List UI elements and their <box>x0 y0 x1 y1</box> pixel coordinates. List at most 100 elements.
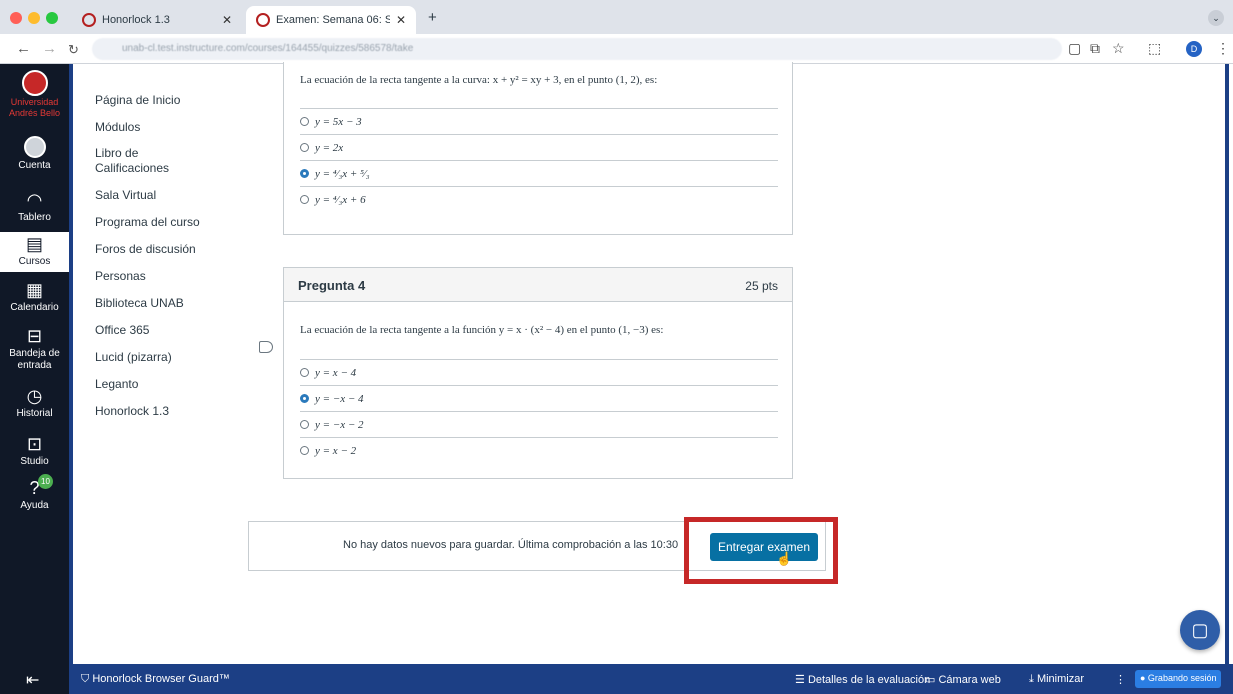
course-nav-programa[interactable]: Programa del curso <box>95 215 235 230</box>
global-nav-label: Historial <box>16 408 53 419</box>
radio-button[interactable] <box>300 420 309 429</box>
global-nav-tablero[interactable]: ◠ Tablero <box>0 190 69 223</box>
answer-option[interactable]: y = 2x <box>300 134 778 160</box>
history-icon: ◷ <box>26 386 43 406</box>
shield-icon: ⛉ <box>81 673 90 685</box>
answer-option[interactable]: y = x − 4 <box>300 359 778 385</box>
course-nav-sala-virtual[interactable]: Sala Virtual <box>95 188 215 203</box>
address-bar: ← → ↻ unab-cl.test.instructure.com/cours… <box>0 34 1233 64</box>
logo-line2: Andrés Bello <box>8 108 61 118</box>
global-nav-ayuda[interactable]: ? 10 Ayuda <box>0 474 69 511</box>
url-field[interactable]: unab-cl.test.instructure.com/courses/164… <box>92 38 1062 60</box>
global-nav-calendario[interactable]: ▦ Calendario <box>0 280 69 313</box>
global-nav-label: Calendario <box>10 302 59 313</box>
browser-tab-exam[interactable]: Examen: Semana 06: Sumati ✕ <box>246 6 416 34</box>
minimize-button[interactable]: ⤓ Minimizar <box>1029 673 1084 686</box>
maximize-window-button[interactable] <box>46 12 58 24</box>
radio-button-selected[interactable] <box>300 394 309 403</box>
logo-line1: Universidad <box>10 97 59 107</box>
browser-menu-icon[interactable]: ⋮ <box>1216 40 1230 57</box>
answer-text: y = x − 4 <box>315 366 357 379</box>
more-options-icon[interactable]: ⋮ <box>1115 673 1126 686</box>
close-window-button[interactable] <box>10 12 22 24</box>
minimize-window-button[interactable] <box>28 12 40 24</box>
cast-icon[interactable]: ⧉ <box>1090 40 1100 57</box>
question-3-text: La ecuación de la recta tangente a la cu… <box>300 74 658 86</box>
tab-search-icon[interactable]: ⌄ <box>1208 10 1224 26</box>
answer-option[interactable]: y = 5x − 3 <box>300 108 778 134</box>
webcam-button[interactable]: ▭ Cámara web <box>925 673 1001 686</box>
global-nav-label: Cuenta <box>18 160 51 171</box>
radio-button[interactable] <box>300 117 309 126</box>
honorlock-favicon-icon <box>82 13 96 27</box>
answer-text: y = −x − 4 <box>315 392 364 405</box>
browser-tab-honorlock[interactable]: Honorlock 1.3 ✕ <box>72 6 242 34</box>
global-nav-historial[interactable]: ◷ Historial <box>0 386 69 419</box>
answer-option[interactable]: y = x − 2 <box>300 437 778 463</box>
global-nav-cursos[interactable]: ▤ Cursos <box>0 232 69 272</box>
browser-tab-bar: Honorlock 1.3 ✕ Examen: Semana 06: Sumat… <box>0 0 1233 34</box>
university-logo[interactable]: Universidad Andrés Bello <box>0 70 69 118</box>
autosave-status: No hay datos nuevos para guardar. Última… <box>343 539 679 551</box>
reload-icon[interactable]: ↻ <box>68 42 79 58</box>
course-nav-foros[interactable]: Foros de discusión <box>95 242 235 257</box>
close-tab-icon[interactable]: ✕ <box>396 13 406 27</box>
inbox-icon: ⊟ <box>26 326 43 346</box>
question-points: 25 pts <box>745 279 778 293</box>
global-nav-label: Tablero <box>18 212 51 223</box>
chat-support-button[interactable]: ▢ <box>1180 610 1220 650</box>
global-nav-bandeja[interactable]: ⊟ Bandeja de entrada <box>0 326 69 372</box>
answer-option-selected[interactable]: y = ⁴⁄₃x + ⁵⁄₃ <box>300 160 778 186</box>
assessment-details-button[interactable]: ☰ Detalles de la evaluación <box>795 673 930 686</box>
radio-button-selected[interactable] <box>300 169 309 178</box>
back-icon[interactable]: ← <box>16 40 31 57</box>
course-nav-lucid[interactable]: Lucid (pizarra) <box>95 350 215 365</box>
recording-badge: ● Grabando sesión <box>1135 670 1222 688</box>
answer-text: y = 5x − 3 <box>315 115 362 128</box>
clipboard-icon[interactable]: ▢ <box>1068 40 1081 57</box>
global-nav-cuenta[interactable]: Cuenta <box>0 136 69 171</box>
course-nav-honorlock[interactable]: Honorlock 1.3 <box>95 404 215 419</box>
course-nav-inicio[interactable]: Página de Inicio <box>95 93 215 108</box>
radio-button[interactable] <box>300 195 309 204</box>
new-tab-icon[interactable]: + <box>428 9 437 26</box>
answer-option[interactable]: y = ⁴⁄₃x + 6 <box>300 186 778 212</box>
radio-button[interactable] <box>300 143 309 152</box>
forward-icon[interactable]: → <box>42 40 57 57</box>
profile-avatar[interactable]: D <box>1186 41 1202 57</box>
radio-button[interactable] <box>300 368 309 377</box>
flag-question-icon[interactable] <box>259 341 273 353</box>
course-nav-office365[interactable]: Office 365 <box>95 323 215 338</box>
global-nav-studio[interactable]: ⊡ Studio <box>0 434 69 467</box>
highlight-annotation <box>684 517 838 584</box>
calendar-icon: ▦ <box>25 280 43 300</box>
global-nav-label: Studio <box>20 456 49 467</box>
close-tab-icon[interactable]: ✕ <box>222 13 232 27</box>
course-nav-modulos[interactable]: Módulos <box>95 120 215 135</box>
extensions-icon[interactable]: ⬚ <box>1148 40 1161 57</box>
answer-text: y = −x − 2 <box>315 418 364 431</box>
url-text: unab-cl.test.instructure.com/courses/164… <box>122 43 414 54</box>
answer-option[interactable]: y = −x − 2 <box>300 411 778 437</box>
camera-icon: ▭ <box>925 674 936 686</box>
download-icon: ⤓ <box>1029 673 1034 685</box>
question-title: Pregunta 4 <box>298 278 366 293</box>
question-4-header: Pregunta 4 25 pts <box>284 268 792 302</box>
answer-text: y = ⁴⁄₃x + ⁵⁄₃ <box>315 167 370 180</box>
question-4-card: Pregunta 4 25 pts La ecuación de la rect… <box>283 267 793 479</box>
answer-option-selected[interactable]: y = −x − 4 <box>300 385 778 411</box>
answer-text: y = ⁴⁄₃x + 6 <box>315 193 366 206</box>
course-nav-calificaciones[interactable]: Libro de Calificaciones <box>95 146 185 176</box>
canvas-app: Universidad Andrés Bello Cuenta ◠ Tabler… <box>0 62 1233 694</box>
course-nav-leganto[interactable]: Leganto <box>95 377 215 392</box>
honorlock-brand: ⛉ Honorlock Browser Guard™ <box>81 673 230 686</box>
tab-label: Honorlock 1.3 <box>102 14 170 26</box>
radio-button[interactable] <box>300 446 309 455</box>
course-nav-personas[interactable]: Personas <box>95 269 215 284</box>
assessment-details-label: Detalles de la evaluación <box>807 674 931 686</box>
bookmark-star-icon[interactable]: ☆ <box>1112 40 1125 57</box>
global-nav-label: Ayuda <box>20 500 49 511</box>
collapse-nav-icon[interactable]: ⇤ <box>26 670 39 690</box>
dashboard-icon: ◠ <box>26 190 43 210</box>
course-nav-biblioteca[interactable]: Biblioteca UNAB <box>95 296 235 311</box>
